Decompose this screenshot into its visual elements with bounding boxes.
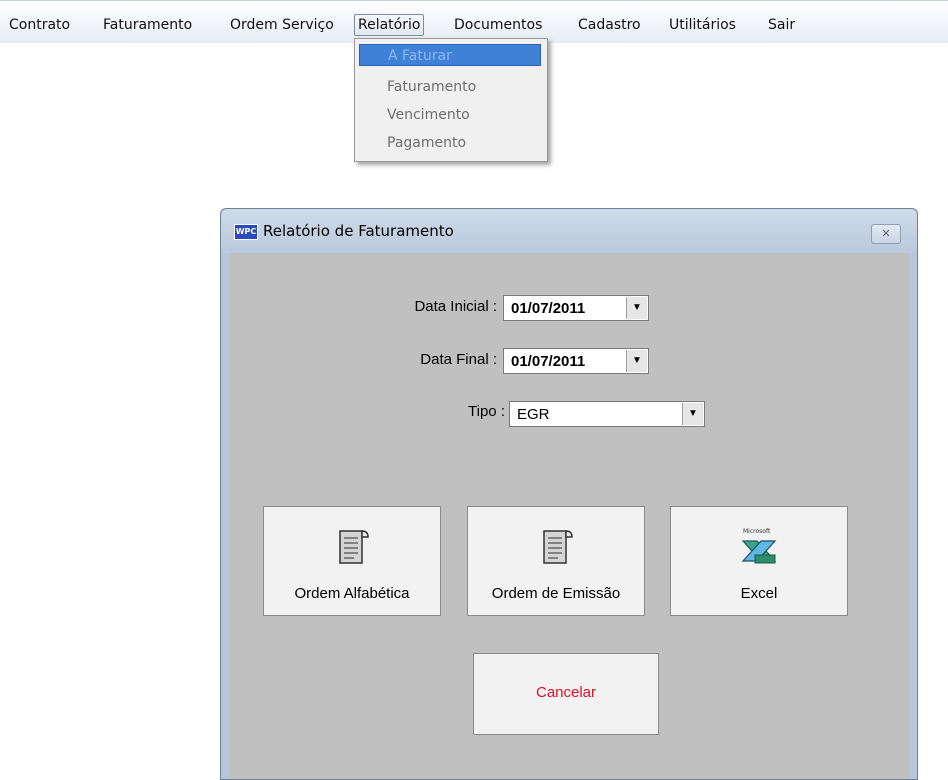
chevron-down-icon[interactable]: ▼: [682, 403, 703, 425]
ordem-emissao-button[interactable]: Ordem de Emissão: [467, 506, 645, 616]
tipo-value: EGR: [517, 406, 550, 423]
dialog-titlebar[interactable]: WPC Relatório de Faturamento ✕: [221, 209, 917, 253]
dropdown-item-faturamento[interactable]: Faturamento: [359, 76, 541, 98]
data-inicial-label: Data Inicial :: [414, 298, 497, 315]
menu-contrato[interactable]: Contrato: [6, 15, 73, 35]
relatorio-faturamento-dialog: WPC Relatório de Faturamento ✕ Data Inic…: [220, 208, 918, 780]
dialog-client-area: Data Inicial : 01/07/2011 ▼ Data Final :…: [229, 253, 909, 779]
cancelar-label: Cancelar: [535, 684, 597, 701]
report-icon: [339, 530, 369, 564]
relatorio-dropdown: A Faturar Faturamento Vencimento Pagamen…: [354, 38, 548, 162]
close-button[interactable]: ✕: [871, 224, 901, 244]
chevron-down-icon[interactable]: ▼: [626, 297, 647, 319]
tipo-label: Tipo :: [468, 403, 505, 420]
ordem-alfabetica-label: Ordem Alfabética: [294, 585, 410, 602]
close-icon: ✕: [881, 227, 891, 240]
menu-relatorio[interactable]: Relatório: [354, 14, 425, 36]
menu-ordem-servico[interactable]: Ordem Serviço: [227, 15, 337, 35]
app-icon: WPC: [234, 224, 258, 240]
data-inicial-value: 01/07/2011: [511, 300, 586, 317]
menu-faturamento[interactable]: Faturamento: [100, 15, 195, 35]
dialog-title: Relatório de Faturamento: [263, 222, 454, 240]
menu-documentos[interactable]: Documentos: [451, 15, 545, 35]
menu-cadastro[interactable]: Cadastro: [575, 15, 644, 35]
menu-sair[interactable]: Sair: [765, 15, 798, 35]
tipo-select[interactable]: EGR ▼: [509, 401, 705, 427]
data-inicial-picker[interactable]: 01/07/2011 ▼: [503, 295, 649, 321]
excel-logo-text: Microsoft: [743, 528, 771, 535]
ordem-alfabetica-button[interactable]: Ordem Alfabética: [263, 506, 441, 616]
menu-utilitarios[interactable]: Utilitários: [666, 15, 739, 35]
report-icon: [543, 530, 573, 564]
ordem-emissao-label: Ordem de Emissão: [491, 585, 621, 602]
data-final-label: Data Final :: [420, 351, 497, 368]
dropdown-item-vencimento[interactable]: Vencimento: [359, 104, 541, 126]
data-final-picker[interactable]: 01/07/2011 ▼: [503, 348, 649, 374]
dropdown-item-a-faturar[interactable]: A Faturar: [359, 44, 541, 66]
excel-icon: Microsoft: [741, 528, 777, 564]
excel-label: Excel: [740, 585, 778, 602]
data-final-value: 01/07/2011: [511, 353, 586, 370]
dropdown-item-pagamento[interactable]: Pagamento: [359, 132, 541, 154]
menu-bar: Contrato Faturamento Ordem Serviço Relat…: [0, 0, 948, 43]
cancelar-button[interactable]: Cancelar: [473, 653, 659, 735]
chevron-down-icon[interactable]: ▼: [626, 350, 647, 372]
excel-button[interactable]: Microsoft Excel: [670, 506, 848, 616]
